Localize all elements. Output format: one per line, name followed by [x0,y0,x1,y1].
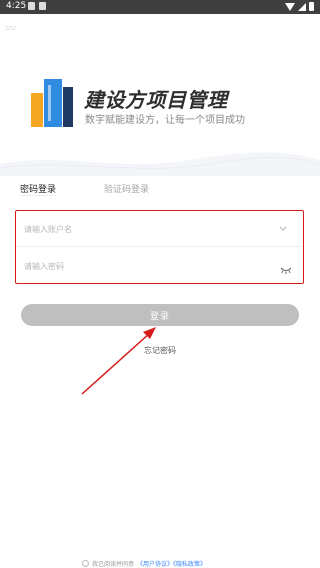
app-title: 建设方项目管理 [84,88,228,112]
agreement-row: 我已阅读并同意 《用户协议》《隐私政策》 [82,559,206,568]
tab-code-login[interactable]: 验证码登录 [104,182,149,195]
status-time: 4:25 [6,1,27,11]
status-bar: 4:25 [0,0,320,14]
tab-password-login[interactable]: 密码登录 [20,182,56,195]
login-form [15,210,304,284]
wifi-icon [285,2,295,11]
image-icon [28,2,35,10]
status-right-icons [285,2,314,11]
status-left-icons [28,2,46,10]
password-field [16,248,302,284]
login-button[interactable]: 登录 [21,304,299,326]
agreement-checkbox[interactable] [82,560,89,567]
account-input[interactable] [24,220,264,238]
agreement-text: 我已阅读并同意 [92,561,135,568]
password-input[interactable] [24,257,264,275]
chevron-down-icon[interactable] [278,223,288,233]
decorative-wave [0,152,320,176]
login-tabs: 密码登录 验证码登录 [20,182,300,198]
signal-icon [298,2,306,11]
account-field [16,211,302,247]
tab-active-underline [20,195,56,196]
forgot-password-link[interactable]: 忘记密码 [0,345,320,356]
app-slogan: 数字赋能建设方，让每一个项目成功 [85,115,245,126]
faint-label: ZJSZ [5,26,17,32]
battery-icon [309,2,314,11]
policy-link[interactable]: 《用户协议》《隐私政策》 [137,559,206,568]
eye-hidden-icon[interactable] [280,265,292,275]
app-logo-icon [31,79,73,127]
notification-icon [39,2,46,10]
